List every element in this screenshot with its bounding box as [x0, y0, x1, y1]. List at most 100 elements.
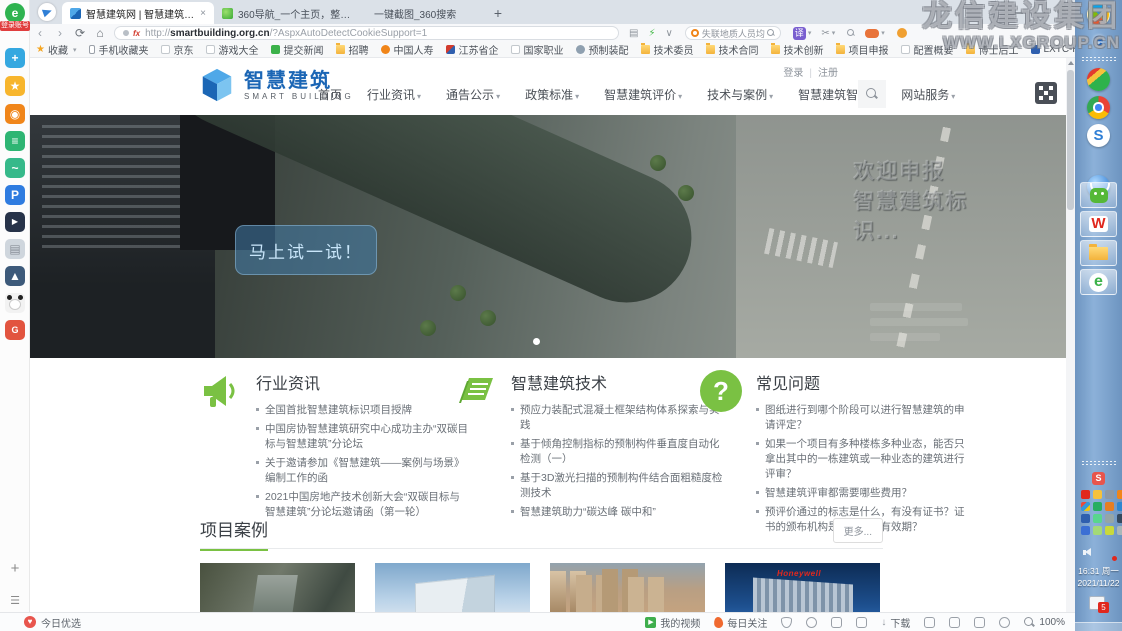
- games-icon[interactable]: [865, 29, 879, 38]
- tray-icon[interactable]: [1117, 490, 1122, 499]
- shield-icon[interactable]: [781, 617, 792, 628]
- tray-icon[interactable]: [1081, 526, 1090, 535]
- tech-item[interactable]: 基于3D激光扫描的预制构件结合面粗糙度检测技术: [511, 471, 723, 501]
- register-link[interactable]: 注册: [818, 68, 838, 79]
- rail-ppt-icon[interactable]: P: [5, 185, 25, 205]
- taskbar-clock[interactable]: 16:31 周一 2021/11/22: [1075, 565, 1122, 589]
- tray-icon[interactable]: [1093, 514, 1102, 523]
- translate-caret-icon[interactable]: ▾: [808, 29, 812, 37]
- rail-document-icon[interactable]: ▤: [5, 239, 25, 259]
- case-card-aerial[interactable]: [200, 563, 355, 612]
- nav-home[interactable]: 首页: [318, 86, 342, 103]
- nav-evaluation[interactable]: 智慧建筑评价▾: [604, 86, 682, 103]
- browser-logo-icon[interactable]: [38, 3, 56, 21]
- tech-item[interactable]: 预应力装配式混凝土框架结构体系探索与实践: [511, 403, 723, 433]
- close-button[interactable]: [1057, 4, 1067, 14]
- bookmark-item[interactable]: 技术委员: [641, 42, 693, 57]
- forward-button[interactable]: ›: [50, 26, 70, 40]
- speaker-icon[interactable]: [999, 617, 1010, 628]
- try-now-button[interactable]: 马上试一试！: [235, 225, 377, 275]
- screenshot-caret-icon[interactable]: ▾: [832, 29, 836, 37]
- sogou-browser-icon[interactable]: S: [1087, 124, 1110, 147]
- internet-explorer-icon[interactable]: e: [1075, 30, 1122, 52]
- games-caret-icon[interactable]: ▾: [881, 29, 885, 37]
- news-item[interactable]: 全国首批智慧建筑标识项目授牌: [256, 403, 468, 418]
- tray-icon[interactable]: [1081, 514, 1090, 523]
- bookmark-item[interactable]: 招聘: [336, 42, 368, 57]
- tray-icon[interactable]: [1117, 526, 1122, 535]
- login-link[interactable]: 登录: [783, 68, 803, 79]
- home-button[interactable]: ⌂: [90, 26, 110, 40]
- new-tab-button[interactable]: +: [486, 2, 510, 24]
- tray-icon[interactable]: [1093, 502, 1102, 511]
- faq-item[interactable]: 如果一个项目有多种楼栋多种业态，能否只拿出其中的一栋建筑或一种业态的建筑进行评审…: [756, 437, 968, 482]
- rail-favorites-star-icon[interactable]: ★: [5, 76, 25, 96]
- chrome-icon[interactable]: [1087, 96, 1110, 119]
- bookmark-item[interactable]: 江苏省企: [446, 42, 498, 57]
- scrollbar-thumb[interactable]: [1067, 70, 1074, 210]
- maximize-button[interactable]: [1035, 4, 1045, 14]
- bookmark-item[interactable]: 技术合同: [706, 42, 758, 57]
- action-center-icon[interactable]: 5: [1089, 596, 1105, 610]
- tray-icon[interactable]: [1081, 502, 1090, 511]
- faq-item[interactable]: 智慧建筑评审都需要哪些费用？: [756, 486, 968, 501]
- tray-icon[interactable]: [1117, 502, 1122, 511]
- bookmark-item[interactable]: 中国人寿: [381, 42, 433, 57]
- rail-360-logo-icon[interactable]: e: [5, 3, 25, 23]
- show-desktop-button[interactable]: [1075, 622, 1122, 631]
- download-button[interactable]: ↓下载: [881, 615, 910, 630]
- rail-cloud-icon[interactable]: ~: [5, 158, 25, 178]
- bookmark-item[interactable]: 博士后工: [966, 42, 1018, 57]
- rail-picture-icon[interactable]: ▲: [5, 266, 25, 286]
- case-card-glass-building[interactable]: [375, 563, 530, 612]
- bookmark-item[interactable]: 国家职业: [511, 42, 563, 57]
- tray-icon[interactable]: [1105, 502, 1114, 511]
- login-badge[interactable]: 登录账号: [0, 21, 30, 31]
- tab-close-icon[interactable]: ×: [200, 8, 206, 19]
- tray-icon[interactable]: [1105, 526, 1114, 535]
- printer-icon[interactable]: [924, 617, 935, 628]
- rail-notes-icon[interactable]: ≡: [5, 131, 25, 151]
- wps-taskbar-button[interactable]: W: [1080, 211, 1117, 237]
- rocket-icon[interactable]: [856, 617, 867, 628]
- tray-icon[interactable]: [1093, 490, 1102, 499]
- bookmark-item[interactable]: 预制装配: [576, 42, 628, 57]
- start-button[interactable]: [1087, 3, 1110, 26]
- nav-policies[interactable]: 政策标准▾: [525, 86, 579, 103]
- bookmark-item[interactable]: 游戏大全: [206, 42, 258, 57]
- nav-services[interactable]: 网站服务▾: [901, 86, 955, 103]
- tech-item[interactable]: 基于倾角控制指标的预制构件垂直度自动化检测（一）: [511, 437, 723, 467]
- more-button[interactable]: 更多...: [833, 518, 883, 543]
- case-card-honeywell[interactable]: Honeywell: [725, 563, 880, 612]
- tab-screenshot-search[interactable]: 一键截图_360搜索: [366, 2, 486, 24]
- bookmark-item[interactable]: 手机收藏夹: [89, 42, 148, 57]
- news-item[interactable]: 中国房协智慧建筑研究中心成功主办“双碳目标与智慧建筑”分论坛: [256, 422, 468, 452]
- nav-industry-news[interactable]: 行业资讯▾: [367, 86, 421, 103]
- minimize-button[interactable]: [1013, 4, 1023, 14]
- back-button[interactable]: ‹: [30, 26, 50, 40]
- nav-announcements[interactable]: 通告公示▾: [446, 86, 500, 103]
- scroll-up-icon[interactable]: [1068, 61, 1074, 65]
- quick-search-box[interactable]: 失联地质人员均遇难: [685, 26, 781, 40]
- tab-360-nav[interactable]: 360导航_一个主页，整个世界: [214, 2, 366, 24]
- page-scrollbar[interactable]: [1066, 58, 1075, 612]
- tray-icon[interactable]: [1105, 490, 1114, 499]
- page-zoom-control[interactable]: 100%: [1024, 617, 1065, 628]
- tab-smartbuilding[interactable]: 智慧建筑网 | 智慧建筑评价标准 ×: [62, 2, 214, 24]
- rail-app-icon-health[interactable]: +: [5, 48, 25, 68]
- translate-icon[interactable]: 译: [793, 27, 806, 40]
- split-screen-icon[interactable]: [949, 617, 960, 628]
- glasses-icon[interactable]: [831, 617, 842, 628]
- copy-icon[interactable]: [974, 617, 985, 628]
- site-info-icon[interactable]: [123, 30, 129, 36]
- 360-browser-taskbar-button[interactable]: e: [1080, 269, 1117, 295]
- volume-icon[interactable]: [1083, 548, 1094, 557]
- screenshot-scissors-icon[interactable]: ✂: [821, 28, 829, 39]
- tray-icon[interactable]: [1081, 490, 1090, 499]
- bookmark-item[interactable]: 提交新闻: [271, 42, 323, 57]
- reading-list-icon[interactable]: ▤: [629, 28, 638, 39]
- tray-icon[interactable]: [1105, 514, 1114, 523]
- bookmark-item[interactable]: 配置概要: [901, 42, 953, 57]
- tray-icon[interactable]: [1093, 526, 1102, 535]
- today-picks-link[interactable]: 今日优选: [41, 615, 81, 630]
